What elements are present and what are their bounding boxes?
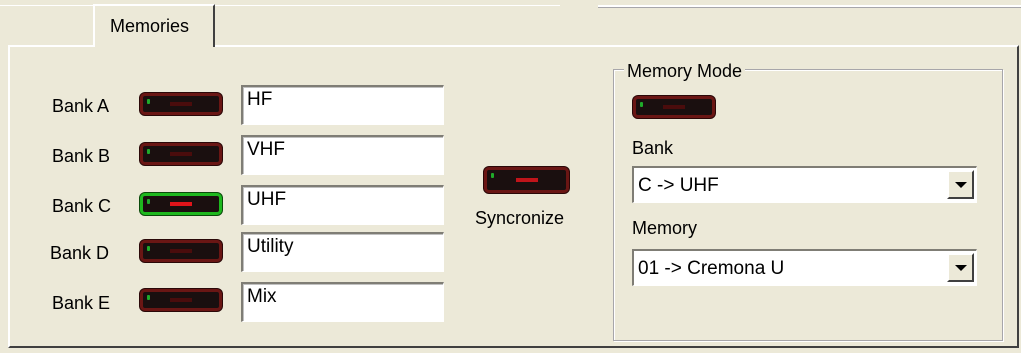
bank-e-label: Bank E xyxy=(52,293,111,313)
memory-select[interactable]: 01 -> Cremona U xyxy=(632,249,977,286)
memory-dropdown-button[interactable] xyxy=(947,253,974,282)
memory-select-value: 01 -> Cremona U xyxy=(638,258,785,279)
memory-mode-led-button[interactable] xyxy=(633,96,715,118)
bank-dropdown-button[interactable] xyxy=(947,170,974,199)
led-bar-icon xyxy=(170,102,192,106)
memory-mode-title: Memory Mode xyxy=(624,61,746,82)
tab-memories-label: Memories xyxy=(110,16,190,36)
bank-c-led-button[interactable] xyxy=(140,193,222,215)
led-bar-icon xyxy=(170,202,192,206)
led-bar-icon xyxy=(663,105,685,109)
memory-select-label: Memory xyxy=(632,218,698,238)
bank-d-led-button[interactable] xyxy=(140,240,222,262)
bank-c-label: Bank C xyxy=(52,196,112,216)
chevron-down-icon xyxy=(955,182,967,188)
indicator-icon xyxy=(147,246,150,251)
tab-strip-divider xyxy=(0,5,560,6)
bank-c-name-field[interactable]: UHF xyxy=(241,185,444,225)
bank-d-name-field[interactable]: Utility xyxy=(241,232,444,272)
indicator-icon xyxy=(147,99,150,104)
indicator-icon xyxy=(147,149,150,154)
tab-strip-divider xyxy=(598,5,1021,8)
bank-b-led-button[interactable] xyxy=(140,143,222,165)
chevron-down-icon xyxy=(955,265,967,271)
indicator-icon xyxy=(147,295,150,300)
indicator-icon xyxy=(147,199,150,204)
bank-a-name-field[interactable]: HF xyxy=(241,85,444,125)
bank-e-led-button[interactable] xyxy=(140,289,222,311)
bank-b-name-field[interactable]: VHF xyxy=(241,135,444,175)
syncronize-label: Syncronize xyxy=(475,208,565,228)
bank-b-label: Bank B xyxy=(52,146,111,166)
bank-e-name-field[interactable]: Mix xyxy=(241,282,444,322)
bank-select-value: C -> UHF xyxy=(638,175,719,196)
bank-a-label: Bank A xyxy=(52,96,110,116)
indicator-icon xyxy=(491,173,494,178)
bank-d-label: Bank D xyxy=(50,243,110,263)
bank-select-label: Bank xyxy=(632,138,674,158)
led-bar-icon xyxy=(170,152,192,156)
syncronize-led-button[interactable] xyxy=(484,167,569,193)
led-bar-icon xyxy=(170,298,192,302)
bank-select[interactable]: C -> UHF xyxy=(632,166,977,203)
led-bar-icon xyxy=(170,249,192,253)
bank-a-led-button[interactable] xyxy=(140,93,222,115)
indicator-icon xyxy=(640,102,643,107)
led-bar-icon xyxy=(516,178,538,182)
